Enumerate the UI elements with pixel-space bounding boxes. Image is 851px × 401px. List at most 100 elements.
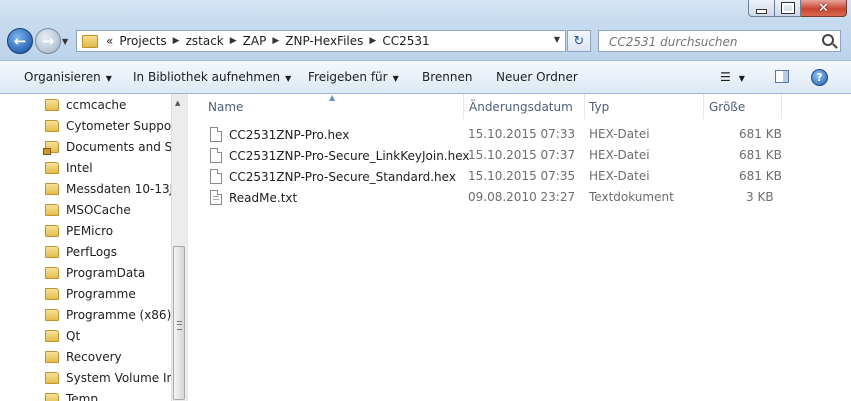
chevron-right-icon[interactable]: ▶ — [227, 36, 240, 46]
close-button[interactable]: ✕ — [801, 0, 847, 17]
column-divider[interactable] — [584, 94, 585, 119]
sidebar-item-programme[interactable]: Programme — [45, 283, 136, 304]
sidebar-item-ccmcache[interactable]: ccmcache — [45, 94, 126, 115]
scroll-up-icon[interactable]: ▲ — [175, 99, 180, 107]
preview-pane-button[interactable] — [775, 70, 789, 83]
search-box[interactable] — [598, 30, 841, 52]
sidebar-item-label: Documents and Set — [66, 139, 171, 154]
new-folder-button[interactable]: Neuer Ordner — [496, 70, 578, 84]
file-date: 15.10.2015 07:37 — [468, 148, 576, 162]
file-type: HEX-Datei — [589, 148, 650, 162]
organize-button[interactable]: Organisieren ▼ — [24, 70, 112, 84]
file-list: ▲ Name Änderungsdatum Typ Größe CC2531ZN… — [187, 93, 851, 401]
burn-label: Brennen — [422, 70, 473, 84]
include-library-label: In Bibliothek aufnehmen — [133, 70, 281, 84]
column-header-size[interactable]: Größe — [709, 94, 781, 119]
arrow-right-icon: → — [41, 31, 55, 50]
column-divider[interactable] — [463, 94, 464, 119]
sidebar-item-intel[interactable]: Intel — [45, 157, 93, 178]
file-size: 681 KB — [739, 169, 782, 183]
column-header-date[interactable]: Änderungsdatum — [469, 94, 584, 119]
sidebar-item-temp[interactable]: Temp — [45, 388, 98, 401]
column-header-name[interactable]: Name — [208, 94, 463, 119]
sidebar-item-pemicro[interactable]: PEMicro — [45, 220, 113, 241]
folder-icon — [45, 350, 59, 363]
command-bar: Organisieren ▼ In Bibliothek aufnehmen ▼ F… — [0, 60, 851, 94]
sidebar-item-perflogs[interactable]: PerfLogs — [45, 241, 117, 262]
file-date: 15.10.2015 07:33 — [468, 127, 576, 141]
sidebar-item-programdata[interactable]: ProgramData — [45, 262, 145, 283]
breadcrumb-overflow[interactable]: « — [103, 34, 116, 48]
file-size: 681 KB — [739, 127, 782, 141]
file-icon — [210, 169, 222, 184]
folder-icon — [45, 245, 59, 258]
folder-icon — [45, 224, 59, 237]
back-button[interactable]: ← — [7, 28, 33, 54]
sidebar-item-recovery[interactable]: Recovery — [45, 346, 122, 367]
scrollbar-thumb[interactable] — [173, 246, 185, 400]
breadcrumb-cc2531[interactable]: CC2531 — [379, 34, 432, 48]
file-row[interactable]: CC2531ZNP-Pro-Secure_Standard.hex — [210, 166, 456, 187]
column-divider[interactable] — [703, 94, 704, 119]
folder-icon — [45, 203, 59, 216]
sidebar-item-label: Temp — [66, 391, 98, 401]
file-icon — [210, 148, 222, 163]
maximize-icon — [780, 2, 795, 14]
file-name: CC2531ZNP-Pro-Secure_LinkKeyJoin.hex — [229, 148, 470, 163]
close-icon: ✕ — [818, 0, 829, 16]
column-header-type[interactable]: Typ — [589, 94, 704, 119]
file-row[interactable]: CC2531ZNP-Pro-Secure_LinkKeyJoin.hex — [210, 145, 470, 166]
column-header-label: Größe — [709, 99, 746, 114]
address-dropdown-icon[interactable]: ▼ — [554, 35, 560, 44]
sidebar-item-msocache[interactable]: MSOCache — [45, 199, 131, 220]
breadcrumb-zap[interactable]: ZAP — [240, 34, 270, 48]
column-divider[interactable] — [781, 94, 782, 119]
file-row[interactable]: ReadMe.txt — [210, 187, 297, 208]
sidebar-item-label: Programme (x86) — [66, 307, 171, 322]
file-size: 3 KB — [746, 190, 774, 204]
search-input[interactable] — [607, 34, 811, 50]
folder-icon — [45, 266, 59, 279]
sidebar-item-label: Intel — [66, 160, 93, 175]
include-in-library-button[interactable]: In Bibliothek aufnehmen ▼ — [133, 70, 291, 84]
chevron-down-icon: ▼ — [285, 74, 292, 83]
chevron-down-icon: ▼ — [392, 74, 399, 83]
file-name: CC2531ZNP-Pro-Secure_Standard.hex — [229, 169, 456, 184]
burn-button[interactable]: Brennen — [422, 70, 472, 84]
column-header-label: Name — [208, 99, 244, 114]
refresh-button[interactable]: ↻ — [567, 30, 591, 52]
recent-pages-dropdown[interactable]: ▼ — [62, 37, 68, 46]
sidebar-item-documents-and-settings[interactable]: Documents and Set — [43, 136, 171, 157]
sidebar-item-cytometer-support[interactable]: Cytometer Support — [45, 115, 171, 136]
change-view-button[interactable]: ☰ ▼ — [720, 70, 745, 84]
breadcrumb-zstack[interactable]: zstack — [183, 34, 227, 48]
chevron-right-icon[interactable]: ▶ — [366, 36, 379, 46]
breadcrumb-projects[interactable]: Projects — [116, 34, 169, 48]
file-row[interactable]: CC2531ZNP-Pro.hex — [210, 124, 349, 145]
minimize-icon — [756, 8, 767, 14]
window-controls: ✕ — [748, 0, 847, 18]
sidebar-item-messdaten[interactable]: Messdaten 10-13Jur — [45, 178, 171, 199]
arrow-left-icon: ← — [13, 31, 27, 50]
navigation-pane: ccmcache Cytometer Support Documents and… — [0, 94, 171, 401]
sidebar-item-system-volume-information[interactable]: System Volume Infc — [45, 367, 171, 388]
sidebar-item-qt[interactable]: Qt — [45, 325, 80, 346]
chevron-down-icon: ▼ — [105, 74, 112, 83]
navigation-pane-scrollbar[interactable]: ▲ — [171, 94, 187, 401]
sidebar-item-label: System Volume Infc — [66, 370, 171, 385]
forward-button[interactable]: → — [35, 28, 61, 54]
help-button[interactable]: ? — [811, 69, 828, 86]
breadcrumb-znp-hexfiles[interactable]: ZNP-HexFiles — [282, 34, 366, 48]
share-with-button[interactable]: Freigeben für ▼ — [308, 70, 399, 84]
chevron-right-icon[interactable]: ▶ — [170, 36, 183, 46]
address-bar[interactable]: « Projects ▶ zstack ▶ ZAP ▶ ZNP-HexFiles… — [76, 30, 566, 52]
search-icon[interactable] — [822, 34, 834, 46]
chevron-right-icon[interactable]: ▶ — [269, 36, 282, 46]
minimize-button[interactable] — [748, 0, 775, 17]
sidebar-item-programme-x86[interactable]: Programme (x86) — [45, 304, 171, 325]
sidebar-item-label: Programme — [66, 286, 136, 301]
maximize-button[interactable] — [775, 0, 801, 17]
sidebar-item-label: PerfLogs — [66, 244, 118, 259]
folder-icon — [45, 392, 59, 401]
new-folder-label: Neuer Ordner — [496, 70, 578, 84]
